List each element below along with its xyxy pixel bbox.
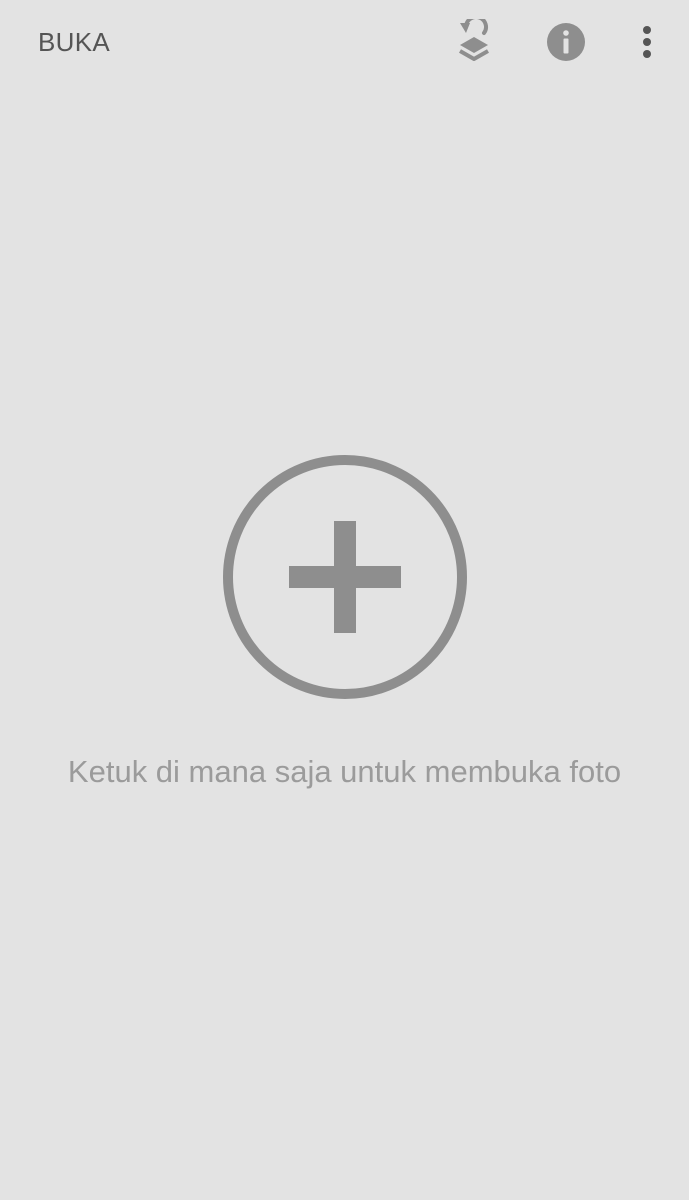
layers-history-button[interactable] (448, 16, 500, 68)
info-icon (547, 23, 585, 61)
open-photo-area[interactable]: Ketuk di mana saja untuk membuka foto (0, 84, 689, 1200)
info-button[interactable] (540, 16, 592, 68)
open-photo-hint: Ketuk di mana saja untuk membuka foto (67, 754, 622, 789)
app-screen: BUKA Ketuk di mana saja untuk membuka fo… (0, 0, 689, 1200)
more-vertical-icon (643, 26, 651, 58)
top-app-bar: BUKA (0, 0, 689, 84)
layers-history-icon (459, 19, 489, 61)
more-options-button[interactable] (621, 16, 673, 68)
add-circle-icon (223, 455, 467, 699)
open-button[interactable]: BUKA (38, 22, 110, 62)
